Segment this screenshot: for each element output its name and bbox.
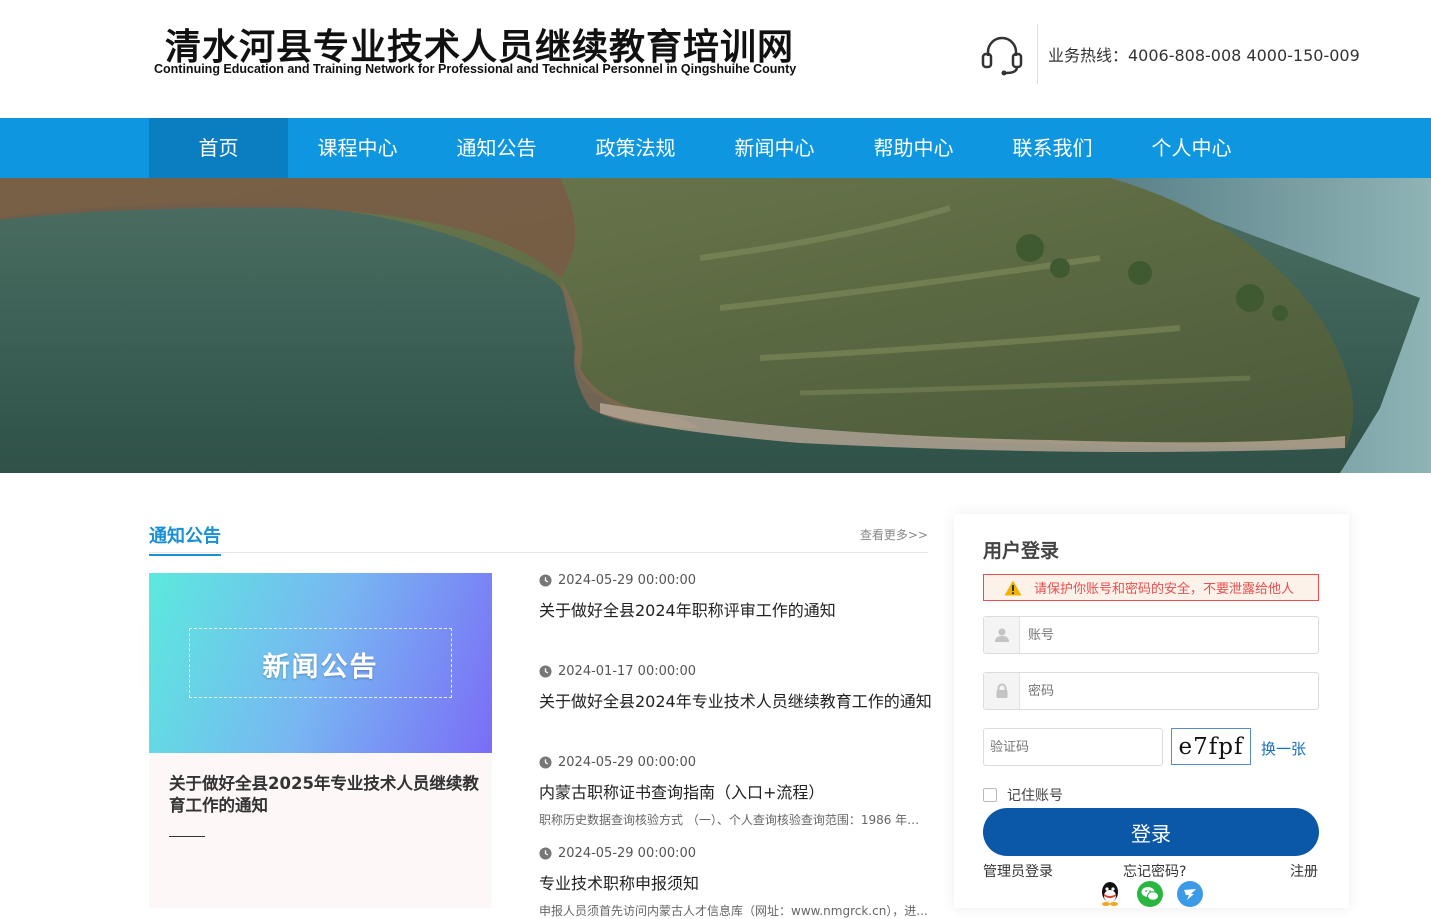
news-title[interactable]: 关于做好全县2024年专业技术人员继续教育工作的通知 (539, 688, 932, 712)
featured-notice-card[interactable]: 新闻公告 关于做好全县2025年专业技术人员继续教育工作的通知 (149, 573, 492, 908)
qq-icon[interactable] (1097, 881, 1123, 907)
password-field (983, 672, 1319, 710)
account-field (983, 616, 1319, 654)
clock-icon (539, 847, 552, 860)
warning-icon (1004, 580, 1022, 595)
news-date: 2024-01-17 00:00:00 (539, 664, 929, 679)
nav-item-home[interactable]: 首页 (149, 118, 288, 178)
clock-icon (539, 756, 552, 769)
remember-label: 记住账号 (1007, 788, 1063, 804)
banner-landscape-image (0, 178, 1431, 473)
login-button[interactable]: 登录 (983, 808, 1319, 856)
news-title[interactable]: 专业技术职称申报须知 (539, 870, 929, 894)
news-item: 2024-01-17 00:00:00 关于做好全县2024年专业技术人员继续教… (539, 664, 932, 712)
news-item: 2024-05-29 00:00:00 专业技术职称申报须知 申报人员须首先访问… (539, 846, 929, 919)
news-title[interactable]: 内蒙古职称证书查询指南（入口+流程） (539, 779, 929, 803)
news-date: 2024-05-29 00:00:00 (539, 846, 929, 861)
hotline-text: 业务热线：4006-808-008 4000-150-009 (1048, 46, 1360, 65)
news-item: 2024-05-29 00:00:00 内蒙古职称证书查询指南（入口+流程） 职… (539, 755, 929, 828)
news-item: 2024-05-29 00:00:00 关于做好全县2024年职称评审工作的通知 (539, 573, 929, 621)
nav-item-help[interactable]: 帮助中心 (844, 118, 983, 178)
captcha-image[interactable]: e7fpf (1171, 728, 1251, 765)
site-header: 清水河县专业技术人员继续教育培训网 Continuing Education a… (0, 0, 1431, 118)
clock-icon (539, 665, 552, 678)
hero-banner (0, 178, 1431, 473)
headset-icon (981, 36, 1023, 76)
nav-item-policies[interactable]: 政策法规 (566, 118, 705, 178)
nav-item-contact[interactable]: 联系我们 (983, 118, 1122, 178)
site-subtitle: Continuing Education and Training Networ… (154, 62, 797, 76)
news-date-text: 2024-01-17 00:00:00 (558, 664, 697, 679)
lock-icon (984, 673, 1020, 709)
main-nav: 首页 课程中心 通知公告 政策法规 新闻中心 帮助中心 联系我们 个人中心 (0, 118, 1431, 178)
news-summary: 申报人员须首先访问内蒙古人才信息库（网址：www.nmgrck.cn），进... (539, 904, 928, 918)
captcha-input[interactable] (990, 729, 1160, 765)
captcha-refresh-link[interactable]: 换一张 (1261, 738, 1306, 759)
feature-divider (169, 836, 205, 837)
news-date-text: 2024-05-29 00:00:00 (558, 755, 697, 770)
news-title[interactable]: 关于做好全县2024年职称评审工作的通知 (539, 597, 929, 621)
nav-item-notices[interactable]: 通知公告 (427, 118, 566, 178)
remember-checkbox[interactable] (983, 788, 997, 802)
nav-list: 首页 课程中心 通知公告 政策法规 新闻中心 帮助中心 联系我们 个人中心 (149, 118, 1261, 178)
news-date: 2024-05-29 00:00:00 (539, 573, 929, 588)
notices-section-header: 通知公告 查看更多>> (149, 518, 928, 556)
wechat-icon[interactable] (1137, 881, 1163, 907)
password-input[interactable] (1028, 673, 1308, 709)
feature-image-text: 新闻公告 (262, 652, 379, 683)
register-link[interactable]: 注册 (1290, 861, 1318, 881)
security-warning-text: 请保护你账号和密码的安全，不要泄露给他人 (1034, 582, 1295, 597)
forgot-password-link[interactable]: 忘记密码? (1123, 861, 1186, 881)
hotline-divider (1037, 24, 1038, 84)
user-icon (984, 617, 1020, 653)
featured-notice-image: 新闻公告 (149, 573, 492, 753)
nav-item-courses[interactable]: 课程中心 (288, 118, 427, 178)
admin-login-link[interactable]: 管理员登录 (983, 861, 1053, 881)
nav-item-personal[interactable]: 个人中心 (1122, 118, 1261, 178)
login-title: 用户登录 (983, 540, 1060, 562)
notices-section-title[interactable]: 通知公告 (149, 522, 221, 556)
news-date-text: 2024-05-29 00:00:00 (558, 573, 697, 588)
account-input[interactable] (1028, 617, 1308, 653)
remember-account[interactable]: 记住账号 (983, 785, 1063, 805)
news-date-text: 2024-05-29 00:00:00 (558, 846, 697, 861)
captcha-field (983, 728, 1163, 766)
nav-item-news[interactable]: 新闻中心 (705, 118, 844, 178)
view-more-link[interactable]: 查看更多>> (860, 526, 928, 543)
news-summary: 职称历史数据查询核验方式 （一）、个人查询核验查询范围：1986 年至... (539, 813, 929, 827)
news-date: 2024-05-29 00:00:00 (539, 755, 929, 770)
featured-notice-title[interactable]: 关于做好全县2025年专业技术人员继续教育工作的通知 (169, 773, 479, 817)
clock-icon (539, 574, 552, 587)
dingtalk-icon[interactable] (1177, 881, 1203, 907)
security-warning: 请保护你账号和密码的安全，不要泄露给他人 (983, 574, 1319, 601)
login-panel: 用户登录 请保护你账号和密码的安全，不要泄露给他人 e7fpf 换一张 记住账号… (954, 514, 1349, 908)
